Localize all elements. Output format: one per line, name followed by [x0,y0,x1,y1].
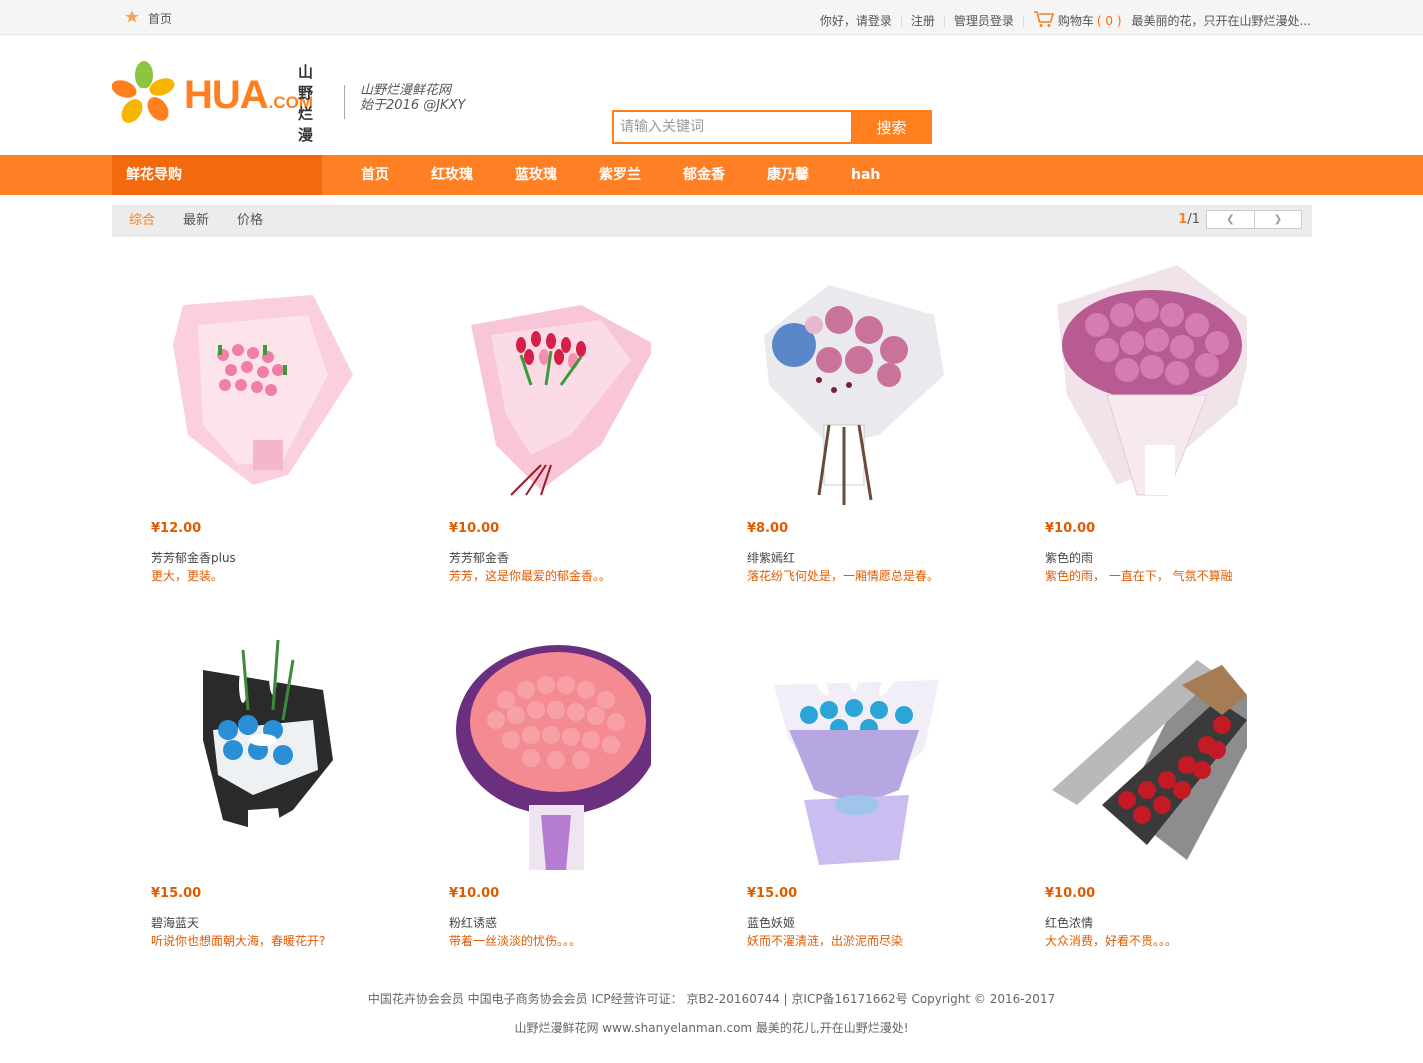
product-card[interactable]: ¥8.00 绯紫嫣红 落花纷飞何处是，一厢情愿总是春。 [709,265,949,605]
divider [900,14,902,27]
shopping-cart-icon [1033,10,1055,31]
search-input[interactable] [612,110,851,144]
product-name[interactable]: 芳芳郁金香 [449,549,509,566]
footer-license-line: 中国花卉协会会员 中国电子商务协会会员 ICP经营许可证： 京B2-201607… [367,992,1056,1006]
search-box: 搜索 [612,110,932,144]
product-name[interactable]: 碧海蓝天 [151,914,199,931]
main-nav: 鲜花导购 首页 红玫瑰 蓝玫瑰 紫罗兰 郁金香 康乃馨 hah [0,155,1423,195]
nav-item-blue-rose[interactable]: 蓝玫瑰 [494,155,578,195]
nav-item-hah[interactable]: hah [830,155,901,195]
header: HUA .COM 山野烂漫 山野烂漫鲜花网 始于2016 @JKXY 搜索 [0,35,1423,155]
product-desc: 妖而不濯清涟，出淤泥而尽染 [747,934,904,948]
product-image-mixed-bouquet[interactable] [709,265,949,505]
sort-tab-price[interactable]: 价格 [237,205,263,237]
product-image-blue-enchantress[interactable] [709,630,949,870]
product-price: ¥15.00 [747,886,798,901]
nav-flower-guide[interactable]: 鲜花导购 [112,155,322,195]
product-price: ¥15.00 [151,886,202,901]
login-link[interactable]: 你好，请登录 [820,12,892,29]
product-price: ¥8.00 [747,521,789,536]
site-tagline: 最美丽的花，只开在山野烂漫处... [1131,14,1311,28]
product-image-red-roses-box[interactable] [1007,630,1247,870]
page-current: 1 [1178,212,1188,227]
nav-item-violet[interactable]: 紫罗兰 [578,155,662,195]
product-desc: 芳芳，这是你最爱的郁金香。。 [449,569,612,583]
pager: 1/1 ❮ ❯ [1178,210,1302,229]
register-link[interactable]: 注册 [911,12,935,29]
slogan-line-2: 始于2016 @JKXY [360,98,466,113]
product-price: ¥10.00 [1045,886,1096,901]
home-link[interactable]: 首页 [148,10,172,27]
prev-page-button[interactable]: ❮ [1207,211,1254,228]
slogan-line-1: 山野烂漫鲜花网 [360,83,452,98]
logo-divider [344,85,345,119]
product-price: ¥10.00 [449,521,500,536]
divider [1022,14,1024,27]
product-card[interactable]: ¥10.00 芳芳郁金香 芳芳，这是你最爱的郁金香。。 [411,265,651,605]
admin-login-link[interactable]: 管理员登录 [954,12,1014,29]
nav-item-red-rose[interactable]: 红玫瑰 [410,155,494,195]
product-image-blue-roses-lily[interactable] [113,630,353,870]
product-name[interactable]: 芳芳郁金香plus [151,549,236,566]
product-price: ¥10.00 [449,886,500,901]
star-icon [124,9,140,28]
product-name[interactable]: 粉红诱惑 [449,914,497,931]
next-page-button[interactable]: ❯ [1254,211,1301,228]
product-desc: 更大，更装。 [151,569,224,583]
product-price: ¥10.00 [1045,521,1096,536]
product-card[interactable]: ¥15.00 蓝色妖姬 妖而不濯清涟，出淤泥而尽染 [709,630,949,970]
product-name[interactable]: 紫色的雨 [1045,549,1093,566]
product-card[interactable]: ¥15.00 碧海蓝天 听说你也想面朝大海，春暖花开? [113,630,353,970]
footer-site-line: 山野烂漫鲜花网 www.shanyelanman.com 最美的花儿,开在山野烂… [514,1021,909,1035]
cart-link[interactable]: 购物车 ( 0 ) [1033,10,1122,31]
cart-label: 购物车 [1057,14,1094,28]
flower-logo-icon [111,61,176,128]
site-logo[interactable]: HUA .COM 山野烂漫 [111,61,313,144]
product-card[interactable]: ¥12.00 芳芳郁金香plus 更大，更装。 [113,265,353,605]
product-image-pink-tulips[interactable] [113,265,353,505]
nav-item-home[interactable]: 首页 [340,155,410,195]
product-desc: 听说你也想面朝大海，春暖花开? [151,934,326,948]
product-image-purple-roses[interactable] [1007,265,1247,505]
chevron-right-icon: ❯ [1273,214,1283,225]
logo-cn-name: 山野烂漫 [298,63,314,144]
divider [943,14,945,27]
sort-bar: 综合 最新 价格 1/1 ❮ ❯ [112,205,1312,237]
nav-item-carnation[interactable]: 康乃馨 [746,155,830,195]
product-card[interactable]: ¥10.00 粉红诱惑 带着一丝淡淡的忧伤。。。 [411,630,651,970]
product-desc: 带着一丝淡淡的忧伤。。。 [449,934,582,948]
product-desc: 大众消费，好看不贵。。。 [1045,934,1178,948]
product-desc: 紫色的雨， 一直在下， 气氛不算融 [1045,569,1233,583]
product-price: ¥12.00 [151,521,202,536]
product-desc: 落花纷飞何处是，一厢情愿总是春。 [747,569,940,583]
sort-tab-default[interactable]: 综合 [129,205,155,237]
product-image-pink-roses-large[interactable] [411,630,651,870]
product-name[interactable]: 红色浓情 [1045,914,1093,931]
top-bar: 首页 你好，请登录 注册 管理员登录 购物车 ( 0 ) 最美丽的花，只开在山野… [0,0,1423,35]
product-card[interactable]: ¥10.00 紫色的雨 紫色的雨， 一直在下， 气氛不算融 [1007,265,1247,605]
product-name[interactable]: 蓝色妖姬 [747,914,795,931]
footer: 中国花卉协会会员 中国电子商务协会会员 ICP经营许可证： 京B2-201607… [0,985,1423,1043]
product-name[interactable]: 绯紫嫣红 [747,549,795,566]
page-total: /1 [1187,212,1200,227]
chevron-left-icon: ❮ [1226,214,1235,225]
sort-tab-newest[interactable]: 最新 [183,205,209,237]
product-card[interactable]: ¥10.00 红色浓情 大众消费，好看不贵。。。 [1007,630,1247,970]
search-button[interactable]: 搜索 [851,110,932,144]
cart-count: ( 0 ) [1096,13,1122,28]
product-image-red-tulips[interactable] [411,265,651,505]
logo-brand: HUA [184,72,269,117]
slogan: 山野烂漫鲜花网 始于2016 @JKXY [360,83,465,113]
page-indicator: 1/1 [1178,212,1200,227]
nav-item-tulip[interactable]: 郁金香 [662,155,746,195]
